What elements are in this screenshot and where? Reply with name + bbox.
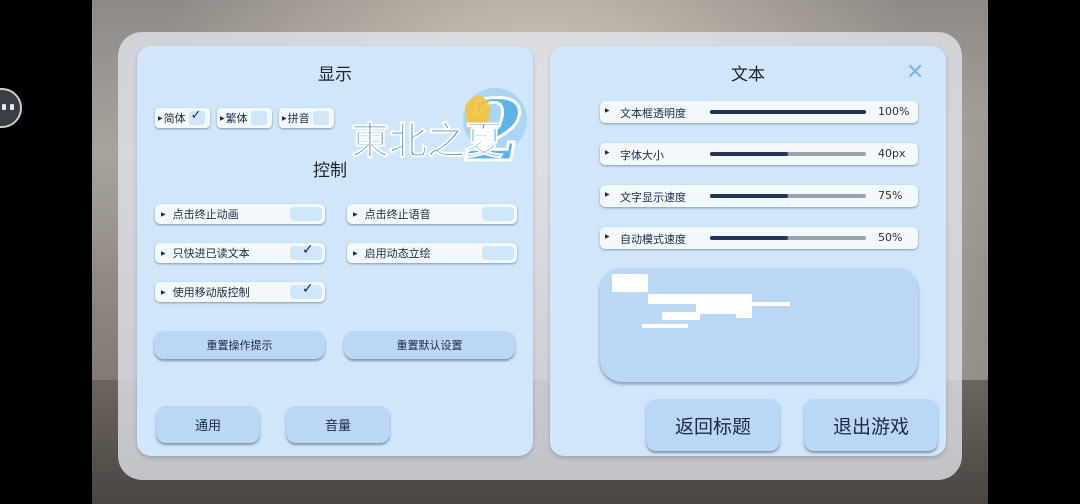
triangle-right-icon: ▶ (605, 191, 610, 198)
slider-value: 100% (878, 105, 910, 118)
text-preview-box (600, 268, 918, 382)
slider-track[interactable] (710, 152, 866, 156)
slider-label: 自动模式速度 (620, 233, 686, 246)
option-toggle[interactable] (482, 246, 514, 260)
option-toggle[interactable] (290, 207, 322, 221)
logo-text: 東北之夏 (351, 119, 503, 163)
slider-value: 75% (878, 189, 903, 202)
option-label: 点击终止语音 (364, 208, 431, 221)
reset-hints-button[interactable]: 重置操作提示 (154, 331, 325, 359)
text-panel-title: 文本 (731, 65, 765, 85)
checkbox (250, 111, 267, 125)
tab-volume-button[interactable]: 音量 (286, 406, 390, 443)
slider-fill (710, 236, 788, 240)
option-toggle[interactable] (482, 207, 514, 221)
preview-text-block (612, 274, 648, 292)
slider-fill (710, 152, 788, 156)
triangle-right-icon: ▶ (605, 233, 610, 240)
preview-text-block (736, 294, 752, 318)
slider-track[interactable] (710, 236, 866, 240)
option-label: 启用动态立绘 (364, 247, 431, 260)
check-icon (188, 108, 205, 125)
option-mobile-controls[interactable]: ▶ 使用移动版控制 (155, 281, 325, 302)
lang-label: 拼音 (287, 112, 310, 125)
camera-icon[interactable] (0, 88, 22, 128)
option-label: 只快进已读文本 (172, 247, 250, 260)
slider-value: 50% (878, 231, 903, 244)
lang-simplified-toggle[interactable]: ▶ 简体 (155, 108, 210, 128)
lang-pinyin-toggle[interactable]: ▶ 拼音 (279, 108, 334, 128)
lang-label: 简体 (163, 112, 186, 125)
check-icon[interactable] (290, 281, 322, 299)
close-icon[interactable]: ✕ (906, 60, 924, 85)
tab-general-button[interactable]: 通用 (156, 406, 260, 443)
triangle-right-icon: ▶ (282, 114, 287, 122)
triangle-right-icon: ▶ (220, 114, 225, 122)
slider-value: 40px (878, 147, 906, 160)
display-panel: 显示 ▶ 简体 ▶ 繁体 ▶ 拼音 2 東北之夏 控制 ▶ 点击终止动画 ▶ 点… (137, 46, 533, 456)
triangle-right-icon: ▶ (161, 249, 166, 257)
option-label: 使用移动版控制 (172, 286, 250, 299)
reset-defaults-button[interactable]: 重置默认设置 (344, 331, 515, 359)
check-icon[interactable] (290, 242, 322, 260)
slider-fill (710, 110, 866, 114)
slider-track[interactable] (710, 194, 866, 198)
return-title-button[interactable]: 返回标题 (646, 399, 780, 451)
option-skip-read-only[interactable]: ▶ 只快进已读文本 (155, 242, 325, 263)
option-click-stop-voice[interactable]: ▶ 点击终止语音 (347, 204, 517, 224)
slider-fill (710, 194, 788, 198)
slider-auto-speed[interactable]: ▶ 自动模式速度 50% (600, 227, 918, 249)
slider-label: 文字显示速度 (620, 191, 686, 204)
preview-text-block (662, 312, 700, 320)
slider-font-size[interactable]: ▶ 字体大小 40px (600, 143, 918, 165)
preview-text-block (752, 302, 790, 306)
lang-traditional-toggle[interactable]: ▶ 繁体 (217, 108, 272, 128)
option-click-stop-animation[interactable]: ▶ 点击终止动画 (155, 204, 325, 224)
slider-track[interactable] (710, 110, 866, 114)
triangle-right-icon: ▶ (161, 210, 166, 218)
slider-textbox-opacity[interactable]: ▶ 文本框透明度 100% (600, 101, 918, 123)
exit-game-button[interactable]: 退出游戏 (804, 399, 938, 451)
lang-label: 繁体 (225, 112, 248, 125)
triangle-right-icon: ▶ (605, 149, 610, 156)
slider-text-speed[interactable]: ▶ 文字显示速度 75% (600, 185, 918, 207)
triangle-right-icon: ▶ (158, 114, 163, 122)
slider-label: 字体大小 (620, 149, 664, 162)
control-section-label: 控制 (313, 161, 347, 181)
checkbox (312, 111, 329, 125)
slider-label: 文本框透明度 (620, 107, 686, 120)
triangle-right-icon: ▶ (161, 288, 166, 296)
game-logo: 2 東北之夏 (350, 80, 527, 172)
triangle-right-icon: ▶ (353, 249, 358, 257)
option-dynamic-sprites[interactable]: ▶ 启用动态立绘 (347, 243, 517, 263)
preview-text-block (642, 324, 688, 328)
triangle-right-icon: ▶ (353, 210, 358, 218)
preview-text-block (696, 294, 736, 314)
text-panel: 文本 ✕ ▶ 文本框透明度 100% ▶ 字体大小 40px ▶ 文字显示速度 … (550, 46, 946, 456)
option-label: 点击终止动画 (172, 208, 239, 221)
triangle-right-icon: ▶ (605, 107, 610, 114)
